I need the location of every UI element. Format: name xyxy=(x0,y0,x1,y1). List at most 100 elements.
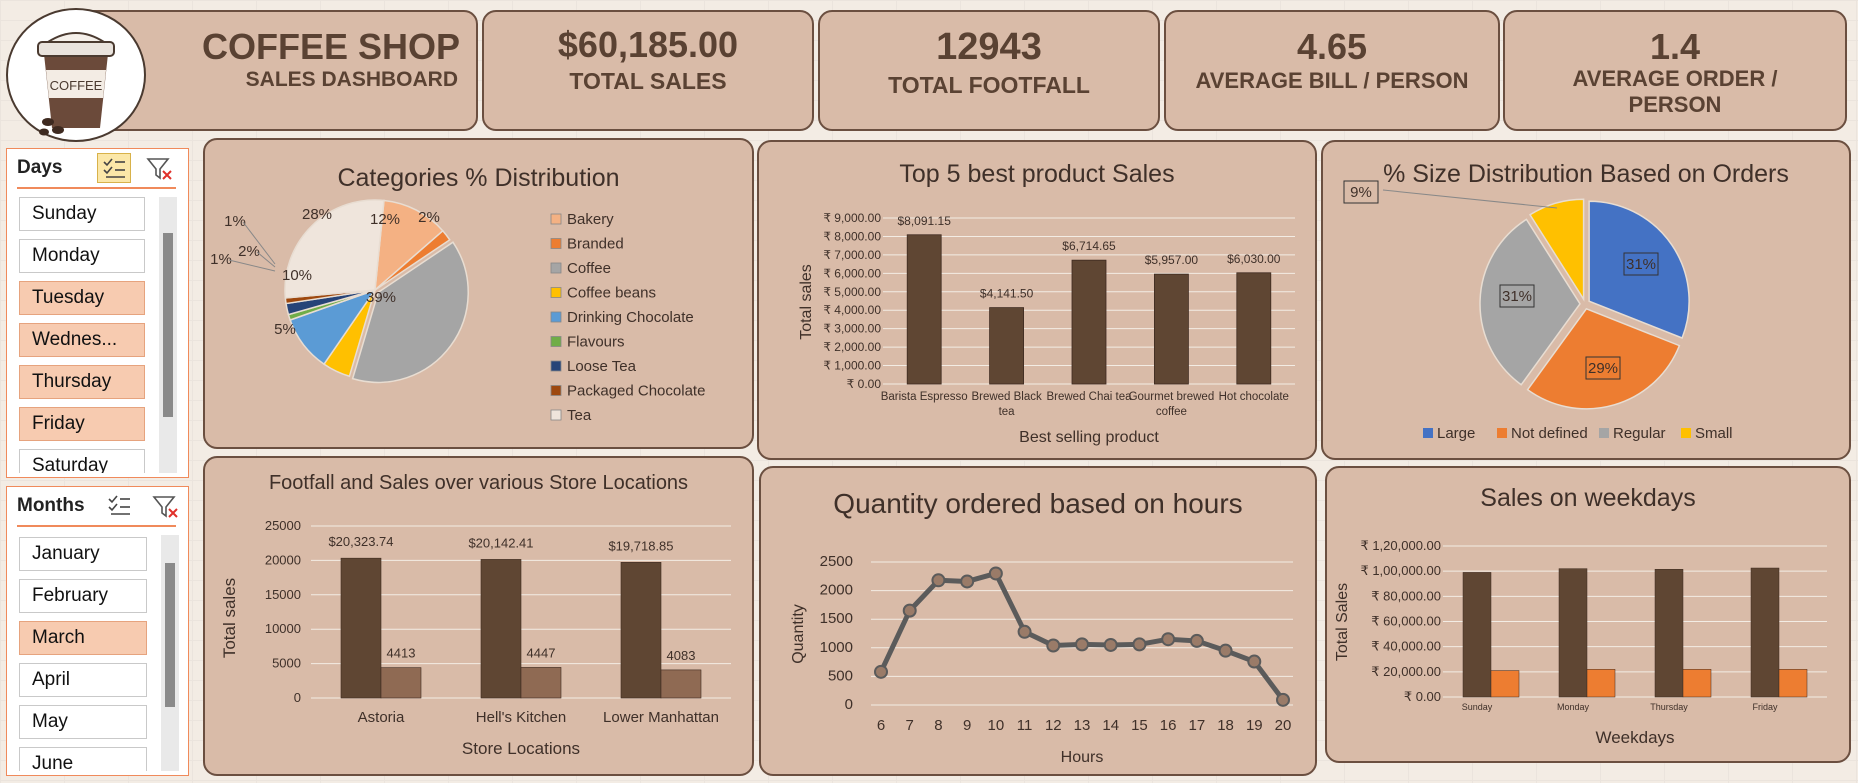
kpi-average-order: 1.4 AVERAGE ORDER / PERSON xyxy=(1503,10,1847,131)
bar xyxy=(1778,669,1808,698)
y-tick-label: ₹ 5,000.00 xyxy=(823,285,881,299)
bar xyxy=(340,557,382,699)
bar-data-label: $5,957.00 xyxy=(1145,253,1199,267)
pie-data-label: 31% xyxy=(1502,288,1532,305)
x-tick-label: Astoria xyxy=(358,709,405,726)
x-tick-label: tea xyxy=(999,406,1016,418)
hourly-line-chart: 0 500 1000 1500 2000 2500 6 7 8 9 10 11 12 13 14 15 16 17… xyxy=(790,553,1293,766)
kpi-label: TOTAL FOOTFALL xyxy=(888,72,1090,98)
slicer-item-march[interactable]: March xyxy=(19,621,147,655)
y-tick-label: ₹ 40,000.00 xyxy=(1371,639,1441,654)
pie-data-label: 10% xyxy=(282,267,312,284)
multi-select-icon[interactable] xyxy=(103,491,137,521)
legend-label: Regular xyxy=(1613,425,1666,442)
logo-text: COFFEE xyxy=(50,78,103,93)
x-axis-title: Best selling product xyxy=(1019,429,1159,446)
legend-label: Coffee xyxy=(567,260,611,277)
weekday-sales-chart-panel: Sales on weekdays ₹ 0.00 ₹ 20,000.00 ₹ 40,… xyxy=(1325,466,1851,763)
data-point xyxy=(1218,643,1233,658)
coffee-cup-icon: COFFEE xyxy=(37,32,115,136)
logo: COFFEE xyxy=(6,8,146,142)
x-tick-label: 16 xyxy=(1160,717,1177,734)
x-tick-label: 12 xyxy=(1045,717,1062,734)
bar-data-label: $20,323.74 xyxy=(328,534,393,549)
x-tick-label: Hell's Kitchen xyxy=(476,709,566,726)
legend-label: Small xyxy=(1695,425,1733,442)
kpi-average-bill: 4.65 AVERAGE BILL / PERSON xyxy=(1164,10,1500,131)
y-axis-title: Total Sales xyxy=(1334,583,1351,661)
store-locations-bar-chart: 0 5000 10000 15000 20000 25000 $20,323.74 4413 A… xyxy=(220,518,731,758)
days-scroll-thumb[interactable] xyxy=(163,233,173,417)
legend-label: Bakery xyxy=(567,211,614,228)
legend-swatch xyxy=(1599,428,1609,438)
x-axis-title: Weekdays xyxy=(1595,728,1674,747)
slicer-item-may[interactable]: May xyxy=(19,705,147,739)
y-tick-label: 10000 xyxy=(265,621,301,636)
slicer-item-tuesday[interactable]: Tuesday xyxy=(19,281,145,315)
y-tick-label: 5000 xyxy=(272,656,301,671)
legend-label: Packaged Chocolate xyxy=(567,383,705,400)
kpi-value: 12943 xyxy=(936,26,1042,68)
y-tick-label: ₹ 1,000.00 xyxy=(823,359,881,373)
bar xyxy=(520,667,562,699)
slicer-item-thursday[interactable]: Thursday xyxy=(19,365,145,399)
top-products-chart-panel: Top 5 best product Sales ₹ 0.00 ₹ 1,000.0… xyxy=(757,140,1317,460)
pie-data-label: 1% xyxy=(224,213,246,230)
categories-pie-chart: 12% 2% 39% 5% 10% 1% 2% 1% 28% Bakery Branded Coffe… xyxy=(210,199,705,424)
multi-select-icon[interactable] xyxy=(97,153,131,183)
y-tick-label: ₹ 8,000.00 xyxy=(823,229,881,243)
pie-data-label: 28% xyxy=(302,206,332,223)
bar-data-label: $20,142.41 xyxy=(468,535,533,550)
y-tick-label: 0 xyxy=(845,696,853,713)
months-scroll-thumb[interactable] xyxy=(165,563,175,707)
legend-swatch xyxy=(550,287,562,298)
y-tick-label: ₹ 3,000.00 xyxy=(823,322,881,336)
y-tick-label: ₹ 20,000.00 xyxy=(1371,664,1441,679)
days-item-list: Sunday Monday Tuesday Wednes... Thursday Frid… xyxy=(7,197,167,473)
months-item-list: January February March April May June xyxy=(7,535,167,771)
slicer-item-june[interactable]: June xyxy=(19,747,147,771)
x-tick-label: 8 xyxy=(934,717,942,734)
clear-filter-icon[interactable] xyxy=(145,155,175,183)
bar-data-label: $8,091.15 xyxy=(898,214,952,228)
slicer-item-friday[interactable]: Friday xyxy=(19,407,145,441)
slicer-item-saturday[interactable]: Saturday xyxy=(19,449,145,473)
y-tick-label: ₹ 80,000.00 xyxy=(1371,588,1441,603)
y-tick-label: ₹ 0.00 xyxy=(1404,689,1441,704)
pie-data-label: 2% xyxy=(238,243,260,260)
bar-data-label: $19,718.85 xyxy=(608,538,673,553)
months-scrollbar[interactable] xyxy=(161,535,179,771)
y-tick-label: ₹ 60,000.00 xyxy=(1371,614,1441,629)
top-products-bar-chart: ₹ 0.00 ₹ 1,000.00 ₹ 2,000.00 ₹ 3,000.00 ₹ 4,… xyxy=(798,211,1295,446)
kpi-value: 4.65 xyxy=(1296,26,1368,67)
series-line xyxy=(878,570,1286,702)
x-tick-label: coffee xyxy=(1156,406,1187,418)
data-point xyxy=(1075,637,1089,652)
days-slicer-title: Days xyxy=(17,157,63,178)
y-tick-label: 1500 xyxy=(820,610,853,627)
clear-filter-icon[interactable] xyxy=(151,493,181,521)
days-scrollbar[interactable] xyxy=(159,197,177,473)
slicer-item-sunday[interactable]: Sunday xyxy=(19,197,145,231)
x-tick-label: 17 xyxy=(1189,717,1206,734)
x-tick-label: 15 xyxy=(1131,717,1148,734)
months-slicer-title: Months xyxy=(17,495,85,516)
bar xyxy=(620,562,662,699)
slicer-item-january[interactable]: January xyxy=(19,537,147,571)
legend-swatch xyxy=(550,213,562,225)
legend-swatch xyxy=(1681,428,1691,438)
slicer-item-april[interactable]: April xyxy=(19,663,147,697)
slicer-item-february[interactable]: February xyxy=(19,579,147,613)
y-tick-label: 15000 xyxy=(265,587,301,602)
slicer-item-wednes[interactable]: Wednes... xyxy=(19,323,145,357)
slicer-divider xyxy=(17,187,176,189)
y-tick-label: 2500 xyxy=(820,553,853,570)
x-tick-label: Brewed Black xyxy=(971,391,1042,403)
data-point xyxy=(1161,632,1176,647)
pie-data-label: 5% xyxy=(274,321,296,338)
slicer-item-monday[interactable]: Monday xyxy=(19,239,145,273)
y-tick-label: 20000 xyxy=(265,552,301,567)
legend-label: Loose Tea xyxy=(567,358,637,375)
legend-label: Drinking Chocolate xyxy=(567,309,694,326)
legend-swatch xyxy=(550,311,562,323)
